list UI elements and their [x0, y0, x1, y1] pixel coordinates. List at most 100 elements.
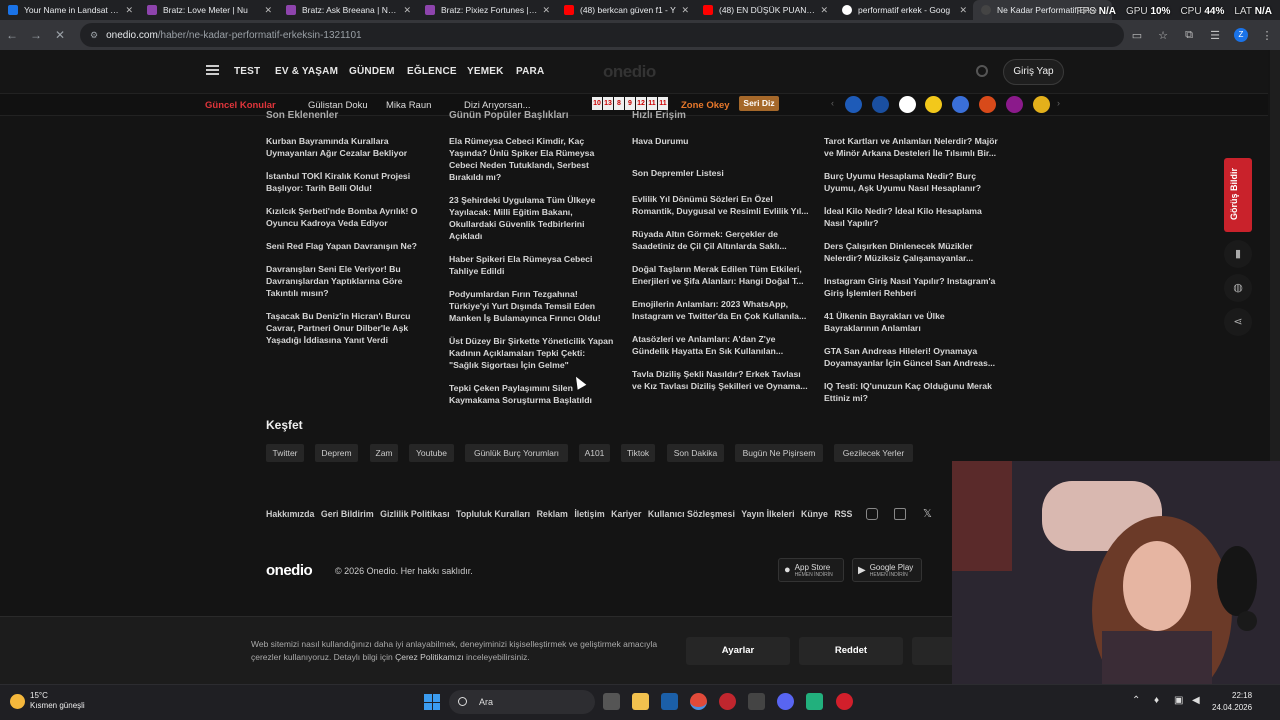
task-view-icon[interactable] [603, 693, 620, 710]
tab-close-icon[interactable]: ✕ [264, 5, 272, 16]
bookmark-icon[interactable]: ▮ [1224, 240, 1252, 268]
share-icon[interactable]: ⋖ [1224, 308, 1252, 336]
partner-icon[interactable] [872, 96, 889, 113]
footer-link[interactable]: Künye [801, 509, 828, 519]
search-icon[interactable] [976, 65, 988, 77]
list-item[interactable]: Podyumlardan Fırın Tezgahına! Türkiye'yi… [449, 288, 615, 324]
app-store-badge[interactable]: ● App Store HEMEN İNDİRİN [778, 558, 844, 582]
footer-link[interactable]: Reklam [537, 509, 568, 519]
google-play-badge[interactable]: ▶ Google Play HEMEN İNDİRİN [852, 558, 922, 582]
partner-icon[interactable] [899, 96, 916, 113]
footer-link[interactable]: Kariyer [611, 509, 641, 519]
cast-icon[interactable]: ▭ [1124, 29, 1150, 42]
cookie-settings-button[interactable]: Ayarlar [686, 637, 790, 665]
nav-item-gundem[interactable]: GÜNDEM [349, 66, 395, 77]
tag-chip[interactable]: Tiktok [621, 444, 655, 462]
terminal-icon[interactable] [748, 693, 765, 710]
list-item[interactable]: IQ Testi: IQ'unuzun Kaç Olduğunu Merak E… [824, 380, 1002, 404]
tag-chip[interactable]: Günlük Burç Yorumları [465, 444, 568, 462]
file-explorer-icon[interactable] [632, 693, 649, 710]
list-item[interactable]: Kızılcık Şerbeti'nde Bomba Ayrılık! O Oy… [266, 205, 424, 229]
clock[interactable]: 22:18 24.04.2026 [1212, 690, 1252, 714]
list-item[interactable]: Tarot Kartları ve Anlamları Nelerdir? Ma… [824, 135, 1002, 159]
footer-link[interactable]: RSS [834, 509, 852, 519]
site-info-icon[interactable]: ⚙ [90, 30, 98, 41]
app-icon[interactable] [719, 693, 736, 710]
nav-item-eglence[interactable]: EĞLENCE [407, 66, 457, 77]
list-item[interactable]: Rüyada Altın Görmek: Gerçekler de Saadet… [632, 228, 810, 252]
volume-icon[interactable]: ◀ [1192, 695, 1200, 706]
partner-icon[interactable] [979, 96, 996, 113]
list-item[interactable]: Haber Spikeri Ela Rümeysa Cebeci Tahliye… [449, 253, 615, 277]
feedback-button[interactable]: Görüş Bildir [1224, 158, 1252, 232]
tray-overflow-icon[interactable]: ⌃ [1132, 695, 1140, 706]
extensions-icon[interactable]: ⧉ [1176, 29, 1202, 42]
tab-close-icon[interactable]: ✕ [125, 5, 133, 16]
footer-link[interactable]: Topluluk Kuralları [456, 509, 530, 519]
partner-icon[interactable] [925, 96, 942, 113]
list-item[interactable]: Seni Red Flag Yapan Davranışın Ne? [266, 240, 424, 252]
taskbar-search-input[interactable]: Ara [449, 690, 595, 714]
steam-icon[interactable] [661, 693, 678, 710]
chevron-right-icon[interactable]: › [1057, 98, 1060, 108]
list-item[interactable]: GTA San Andreas Hileleri! Oynamaya Doyam… [824, 345, 1002, 369]
tag-chip[interactable]: Bugün Ne Pişirsem [735, 444, 823, 462]
tab-google[interactable]: performatif erkek - Goog ✕ [834, 0, 973, 20]
tab-ask-breeana[interactable]: Bratz: Ask Breeana | NuM ✕ [278, 0, 417, 20]
tag-chip[interactable]: Twitter [266, 444, 304, 462]
chevron-left-icon[interactable]: ‹ [831, 98, 834, 108]
app-icon[interactable] [836, 693, 853, 710]
list-item[interactable]: Doğal Taşların Merak Edilen Tüm Etkileri… [632, 263, 810, 287]
list-item[interactable]: Burç Uyumu Hesaplama Nedir? Burç Uyumu, … [824, 170, 1002, 194]
browser-menu-icon[interactable]: ⋮ [1254, 29, 1280, 42]
list-item[interactable]: Evlilik Yıl Dönümü Sözleri En Özel Roman… [632, 193, 810, 217]
stop-loading-icon[interactable]: ✕ [48, 28, 72, 42]
tag-chip[interactable]: Deprem [315, 444, 358, 462]
list-item[interactable]: 41 Ülkenin Bayrakları ve Ülke Bayrakları… [824, 310, 1002, 334]
comments-icon[interactable]: ◍ [1224, 274, 1252, 302]
cookie-policy-link[interactable]: Çerez Politikamızı [395, 652, 464, 662]
partner-icon[interactable] [952, 96, 969, 113]
reading-list-icon[interactable]: ☰ [1202, 29, 1228, 42]
seri-diz-button[interactable]: Seri Diz [739, 96, 779, 111]
list-item[interactable]: Davranışları Seni Ele Veriyor! Bu Davran… [266, 263, 424, 299]
list-item[interactable]: Kurban Bayramında Kurallara Uymayanları … [266, 135, 424, 159]
nav-item-yemek[interactable]: YEMEK [467, 66, 504, 77]
tab-close-icon[interactable]: ✕ [820, 5, 828, 16]
login-button[interactable]: Giriş Yap [1003, 59, 1064, 85]
list-item[interactable]: Emojilerin Anlamları: 2023 WhatsApp, Ins… [632, 298, 810, 322]
windows-start-icon[interactable] [424, 694, 440, 710]
list-item[interactable]: Instagram Giriş Nasıl Yapılır? Instagram… [824, 275, 1002, 299]
url-field[interactable]: ⚙ onedio.com/haber/ne-kadar-performatif-… [80, 23, 1124, 47]
list-item[interactable]: Taşacak Bu Deniz'in Hicran'ı Burcu Cavra… [266, 310, 424, 346]
partner-icon[interactable] [845, 96, 862, 113]
app-icon[interactable] [806, 693, 823, 710]
tab-pixiez[interactable]: Bratz: Pixiez Fortunes | Nu ✕ [417, 0, 556, 20]
cookie-reject-button[interactable]: Reddet [799, 637, 903, 665]
tab-close-icon[interactable]: ✕ [681, 5, 689, 16]
partner-icon[interactable] [1006, 96, 1023, 113]
footer-link[interactable]: Kullanıcı Sözleşmesi [648, 509, 735, 519]
list-item[interactable]: Üst Düzey Bir Şirkette Yöneticilik Yapan… [449, 335, 615, 371]
profile-avatar[interactable]: Z [1228, 28, 1254, 42]
list-item[interactable]: İdeal Kilo Nedir? İdeal Kilo Hesaplama N… [824, 205, 1002, 229]
network-icon[interactable]: ▣ [1174, 695, 1183, 706]
list-item[interactable]: 23 Şehirdeki Uygulama Tüm Ülkeye Yayılac… [449, 194, 615, 242]
zone-okey-link[interactable]: Zone Okey [681, 100, 730, 111]
facebook-icon[interactable] [894, 508, 906, 520]
onedio-footer-logo[interactable]: onedio [266, 562, 313, 579]
list-item[interactable]: Tepki Çeken Paylaşımını Silen Kaymakama … [449, 382, 615, 406]
nav-item-para[interactable]: PARA [516, 66, 544, 77]
trend-item[interactable]: Mika Raun [386, 100, 431, 111]
list-item[interactable]: Hava Durumu [632, 135, 810, 147]
onedio-logo[interactable]: onedio [603, 62, 656, 82]
tag-chip[interactable]: A101 [579, 444, 610, 462]
tag-chip[interactable]: Son Dakika [667, 444, 724, 462]
microphone-icon[interactable]: ♦ [1154, 695, 1159, 706]
list-item[interactable]: Atasözleri ve Anlamları: A'dan Z'ye Günd… [632, 333, 810, 357]
list-item[interactable]: Son Depremler Listesi [632, 167, 810, 179]
tag-chip[interactable]: Zam [370, 444, 398, 462]
nav-item-ev-yasam[interactable]: EV & YAŞAM [275, 66, 338, 77]
tag-chip[interactable]: Gezilecek Yerler [834, 444, 913, 462]
tab-youtube-1[interactable]: (48) berkcan güven f1 - Y ✕ [556, 0, 695, 20]
